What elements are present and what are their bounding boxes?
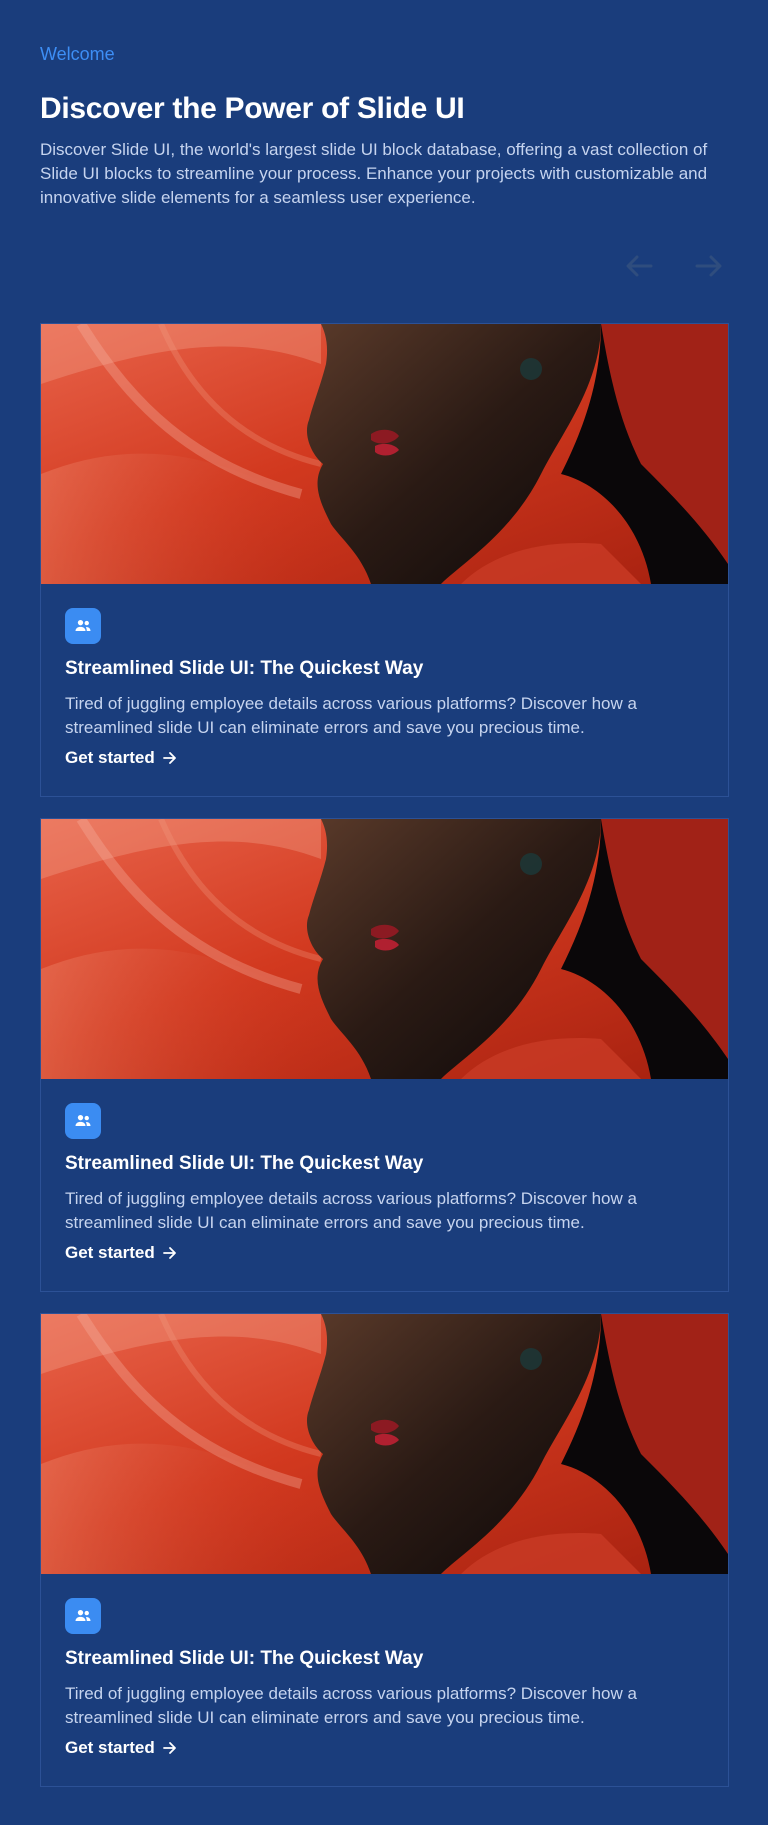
arrow-right-icon: [162, 1247, 176, 1259]
card-title: Streamlined Slide UI: The Quickest Way: [65, 1648, 424, 1669]
users-icon: [65, 1103, 101, 1139]
card-2: Streamlined Slide UI: The Quickest Way T…: [40, 818, 729, 1292]
card-body: Streamlined Slide UI: The Quickest Way T…: [65, 1103, 705, 1263]
card-body: Streamlined Slide UI: The Quickest Way T…: [65, 1598, 705, 1758]
users-icon: [65, 608, 101, 644]
card-image: [41, 324, 728, 584]
prev-button[interactable]: [619, 250, 659, 282]
carousel-nav: [619, 250, 729, 282]
card-title: Streamlined Slide UI: The Quickest Way: [65, 658, 424, 679]
card-3: Streamlined Slide UI: The Quickest Way T…: [40, 1313, 729, 1787]
eyebrow-label: Welcome: [40, 44, 115, 64]
arrow-right-icon: [162, 752, 176, 764]
card-description: Tired of juggling employee details acros…: [65, 1684, 637, 1727]
arrow-right-icon: [695, 255, 722, 277]
get-started-link[interactable]: Get started: [65, 748, 177, 768]
intro-text: Discover Slide UI, the world's largest s…: [40, 140, 708, 207]
get-started-label: Get started: [65, 1738, 155, 1757]
get-started-link[interactable]: Get started: [65, 1243, 177, 1263]
card-image: [41, 1314, 728, 1574]
get-started-label: Get started: [65, 1243, 155, 1262]
card-description: Tired of juggling employee details acros…: [65, 1189, 637, 1232]
get-started-link[interactable]: Get started: [65, 1738, 177, 1758]
card-1: Streamlined Slide UI: The Quickest Way T…: [40, 323, 729, 797]
arrow-left-icon: [626, 255, 653, 277]
arrow-right-icon: [162, 1742, 176, 1754]
card-title: Streamlined Slide UI: The Quickest Way: [65, 1153, 424, 1174]
users-icon: [65, 1598, 101, 1634]
card-image: [41, 819, 728, 1079]
get-started-label: Get started: [65, 748, 155, 767]
card-body: Streamlined Slide UI: The Quickest Way T…: [65, 608, 705, 768]
next-button[interactable]: [689, 250, 729, 282]
page-title: Discover the Power of Slide UI: [40, 92, 465, 125]
card-description: Tired of juggling employee details acros…: [65, 694, 637, 737]
